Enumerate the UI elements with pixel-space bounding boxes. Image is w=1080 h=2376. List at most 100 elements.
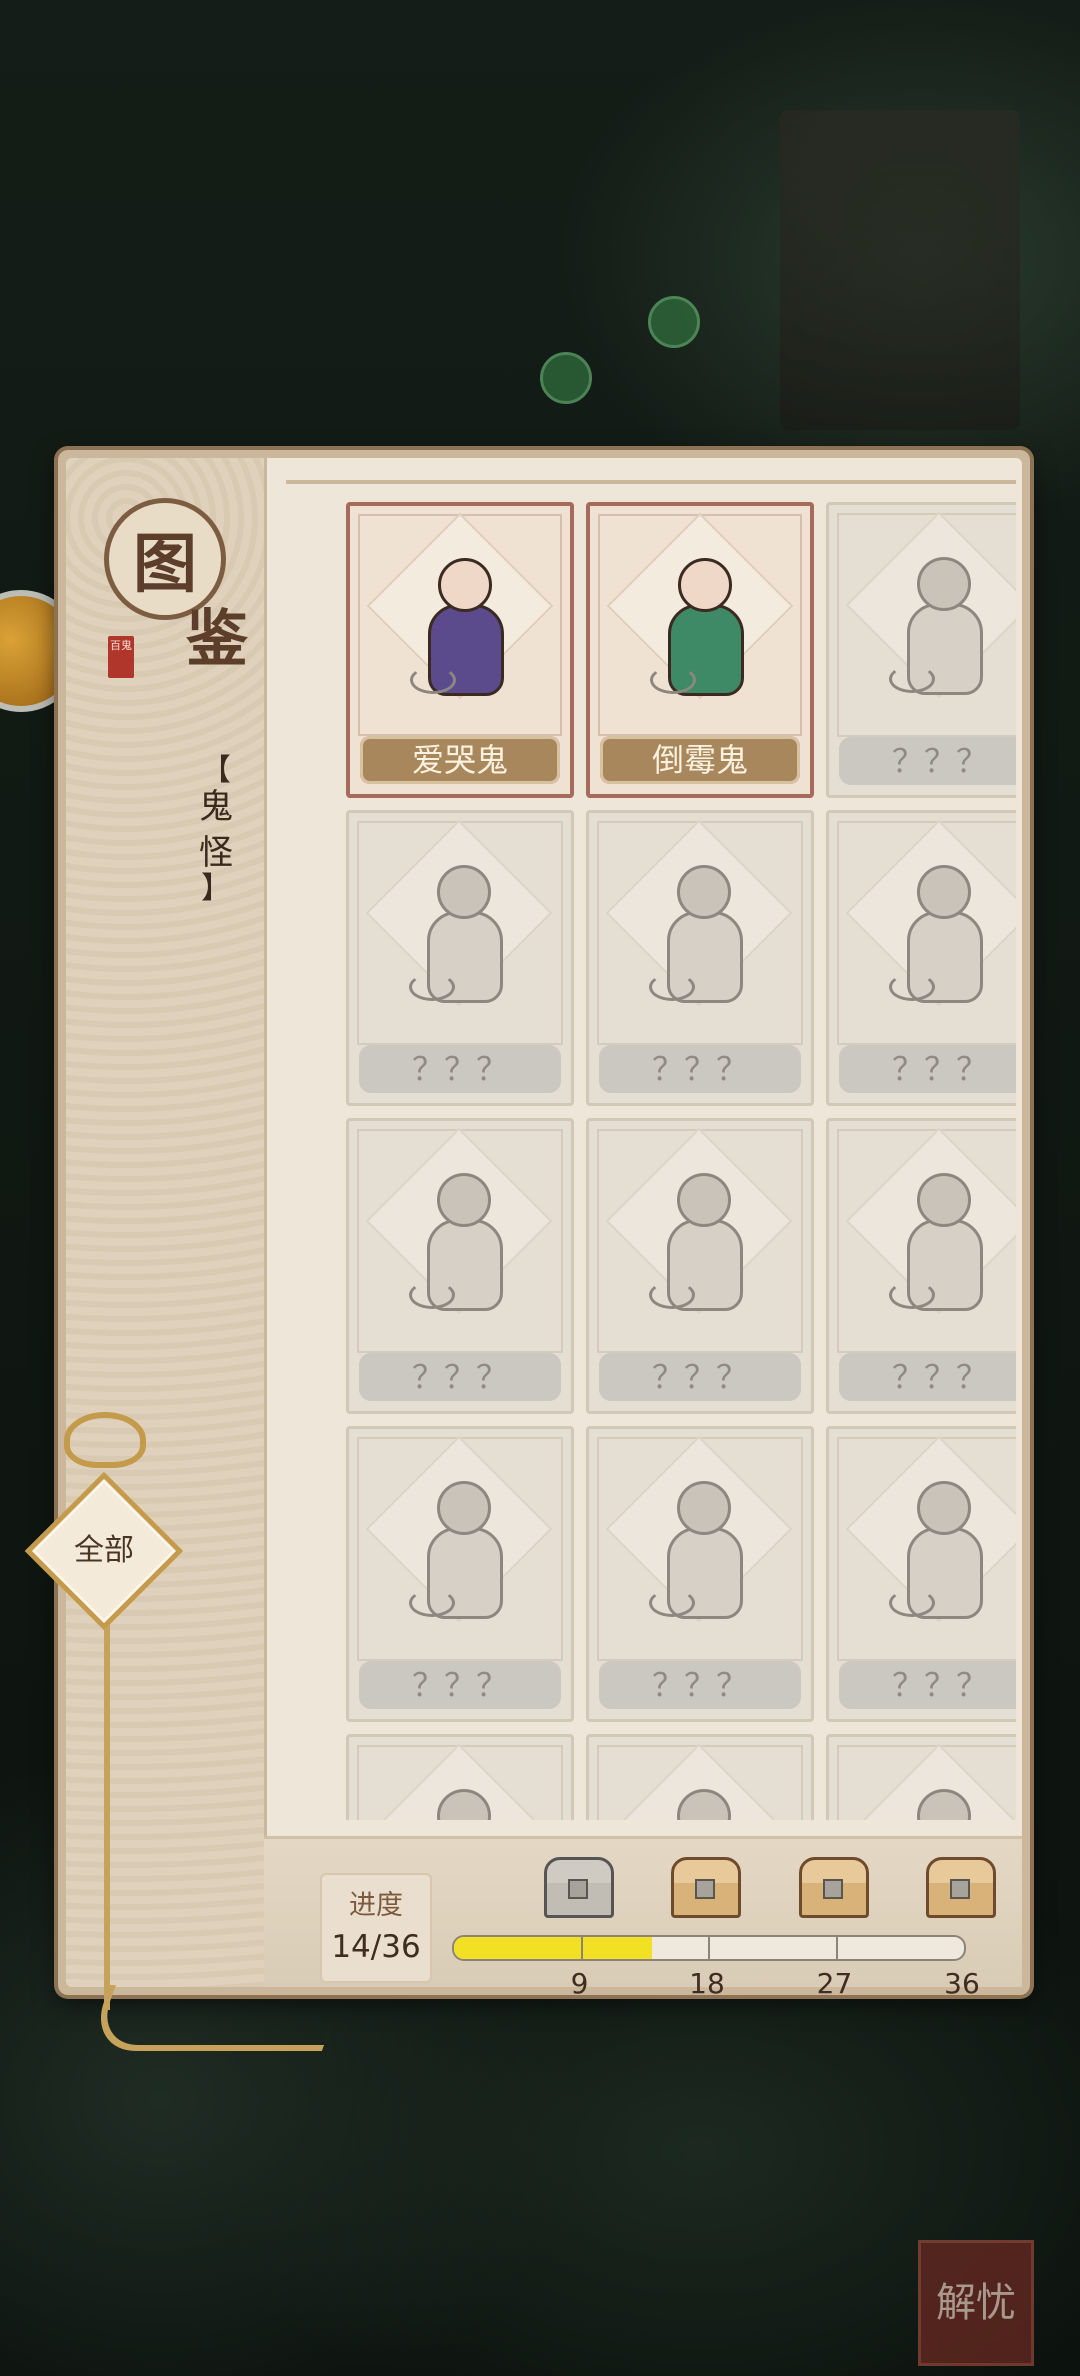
- ghost-head: [437, 865, 491, 919]
- background-building: [780, 110, 1020, 430]
- progress-counter: 进度 14/36: [320, 1873, 432, 1983]
- ghost-head: [677, 1173, 731, 1227]
- ghost-card[interactable]: ？？？: [826, 502, 1016, 798]
- ghost-card[interactable]: ？？？: [826, 1118, 1016, 1414]
- ghost-head: [437, 1789, 491, 1820]
- ghost-tail: [409, 1281, 455, 1309]
- ghost-portrait: [887, 1777, 995, 1820]
- chest-lock: [950, 1879, 970, 1899]
- progress-tick: [835, 1937, 838, 1959]
- chest-lock: [822, 1879, 843, 1899]
- progress-count: 14/36: [331, 1929, 421, 1965]
- ghost-portrait: [887, 1469, 995, 1639]
- ghost-card-scroll-area[interactable]: 爱哭鬼 倒霉鬼 ？？？ ？？？ ？？？ ？？？ ？？？ ？？？ ？？？ ？？？ ？？？ ？？？: [286, 490, 1016, 1820]
- progress-tick: [580, 1937, 583, 1959]
- ghost-portrait: [408, 546, 516, 716]
- ghost-portrait: [648, 546, 756, 716]
- ghost-tail: [889, 1281, 935, 1309]
- ghost-card[interactable]: ？？？: [346, 810, 574, 1106]
- map-marker-icon: [648, 296, 700, 348]
- ghost-portrait: [407, 1777, 515, 1820]
- ghost-head: [917, 557, 971, 611]
- reward-chest-icon[interactable]: [922, 1857, 996, 1919]
- ghost-name-plate: ？？？: [839, 1045, 1016, 1093]
- milestone-label: 18: [689, 1967, 725, 2000]
- ghost-card[interactable]: ？？？: [586, 810, 814, 1106]
- ghost-card[interactable]: ？？？: [346, 1118, 574, 1414]
- ghost-name-plate: ？？？: [359, 1661, 561, 1709]
- category-label: 鬼怪: [199, 787, 233, 873]
- ghost-head: [438, 558, 492, 612]
- chest-lock: [567, 1879, 588, 1899]
- ghost-head: [917, 1173, 971, 1227]
- ghost-portrait: [887, 1161, 995, 1331]
- map-marker-icon: [540, 352, 592, 404]
- ghost-card[interactable]: [826, 1734, 1016, 1820]
- ghost-portrait: [887, 853, 995, 1023]
- ghost-head: [677, 1481, 731, 1535]
- ghost-card[interactable]: 爱哭鬼: [346, 502, 574, 798]
- ghost-portrait: [647, 1161, 755, 1331]
- grid-top-divider: [286, 480, 1016, 484]
- pendant-rope: [104, 1600, 110, 2010]
- ghost-portrait: [647, 853, 755, 1023]
- milestone-label: 9: [570, 1967, 589, 2000]
- bracket-close: 】: [201, 871, 231, 906]
- pendant-tassel: [85, 1985, 347, 2051]
- ghost-tail: [649, 1281, 695, 1309]
- chest-lock: [695, 1879, 715, 1899]
- jieyou-stamp-button[interactable]: 解忧: [918, 2240, 1034, 2366]
- ghost-name-plate: ？？？: [839, 1661, 1016, 1709]
- ghost-card[interactable]: [346, 1734, 574, 1820]
- ghost-portrait: [407, 853, 515, 1023]
- ghost-head: [917, 1789, 971, 1820]
- ghost-tail: [649, 1589, 695, 1617]
- seal-stamp: 百鬼: [108, 636, 134, 678]
- ghost-card[interactable]: ？？？: [586, 1426, 814, 1722]
- ghost-card[interactable]: 倒霉鬼: [586, 502, 814, 798]
- progress-bar-fill: [454, 1937, 653, 1959]
- ghost-head: [917, 1481, 971, 1535]
- bracket-open: 【: [201, 753, 231, 788]
- ghost-card[interactable]: ？？？: [586, 1118, 814, 1414]
- ghost-head: [678, 558, 732, 612]
- ghost-tail: [409, 973, 455, 1001]
- ghost-tail: [410, 666, 456, 694]
- ghost-portrait: [887, 545, 995, 715]
- ghost-portrait: [407, 1469, 515, 1639]
- reward-chest-icon[interactable]: [540, 1857, 614, 1919]
- ghost-name-plate: ？？？: [359, 1353, 561, 1401]
- ghost-tail: [649, 973, 695, 1001]
- reward-chest-icon[interactable]: [667, 1857, 741, 1919]
- ghost-name-plate: 爱哭鬼: [360, 736, 560, 784]
- ghost-name-plate: ？？？: [359, 1045, 561, 1093]
- ghost-portrait: [647, 1777, 755, 1820]
- ghost-tail: [889, 973, 935, 1001]
- progress-bar: [452, 1935, 966, 1961]
- ghost-portrait: [647, 1469, 755, 1639]
- category-tab-ghosts[interactable]: 【 鬼怪 】: [196, 753, 236, 906]
- ghost-head: [437, 1173, 491, 1227]
- ghost-card[interactable]: ？？？: [346, 1426, 574, 1722]
- filter-all-label: 全部: [74, 1533, 134, 1568]
- ghost-card[interactable]: ？？？: [826, 810, 1016, 1106]
- ghost-tail: [650, 666, 696, 694]
- ghost-name-plate: ？？？: [599, 1661, 801, 1709]
- ghost-head: [677, 865, 731, 919]
- progress-label: 进度: [349, 1890, 403, 1921]
- progress-tick: [708, 1937, 710, 1959]
- reward-chest-icon[interactable]: [795, 1857, 869, 1919]
- ghost-name-plate: ？？？: [599, 1353, 801, 1401]
- ghost-name-plate: 倒霉鬼: [600, 736, 800, 784]
- milestone-label: 36: [944, 1967, 980, 2000]
- collection-progress: 进度 14/36 9 18 27 36: [264, 1836, 1022, 2000]
- codex-panel: 图 鉴 百鬼 【 鬼怪 】 爱哭鬼 倒霉鬼 ？？？ ？？？ ？？？ ？？？ ？？？ ？？？ ？？…: [58, 450, 1030, 2000]
- ghost-name-plate: ？？？: [839, 1353, 1016, 1401]
- ghost-name-plate: ？？？: [599, 1045, 801, 1093]
- ghost-head: [437, 1481, 491, 1535]
- ghost-card[interactable]: [586, 1734, 814, 1820]
- ghost-tail: [889, 665, 935, 693]
- ghost-tail: [409, 1589, 455, 1617]
- ghost-card[interactable]: ？？？: [826, 1426, 1016, 1722]
- ghost-name-plate: ？？？: [839, 737, 1016, 785]
